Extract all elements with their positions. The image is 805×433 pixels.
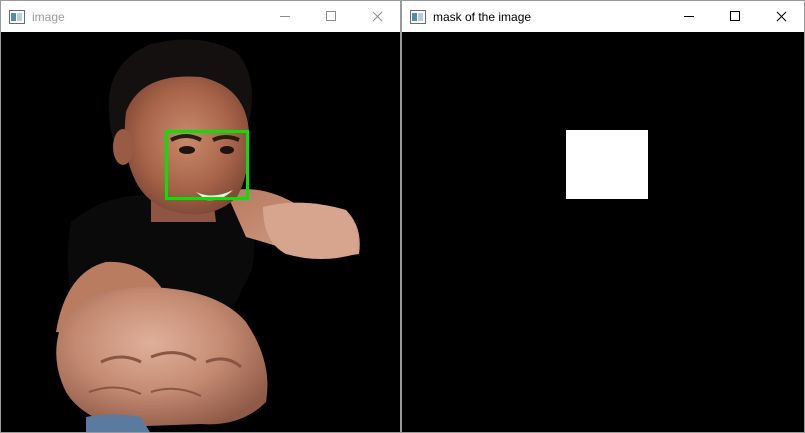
app-icon (410, 9, 426, 24)
minimize-button[interactable] (262, 1, 308, 32)
minimize-button[interactable] (666, 1, 712, 32)
window-controls (666, 1, 804, 32)
maximize-icon (326, 11, 336, 21)
minimize-icon (684, 16, 694, 17)
title-bar[interactable]: image (1, 1, 400, 32)
image-window: image (0, 0, 401, 433)
photo-person-illustration (56, 39, 360, 432)
title-bar[interactable]: mask of the image (402, 1, 804, 32)
mask-window: mask of the image (401, 0, 805, 433)
window-title: image (32, 9, 65, 24)
mask-canvas (402, 32, 804, 432)
mask-white-region (566, 130, 648, 199)
maximize-icon (730, 11, 740, 21)
app-icon (9, 9, 25, 24)
window-title: mask of the image (433, 9, 532, 24)
close-button[interactable] (354, 1, 400, 32)
close-button[interactable] (758, 1, 804, 32)
image-canvas (1, 32, 400, 432)
maximize-button[interactable] (308, 1, 354, 32)
window-controls (262, 1, 400, 32)
minimize-icon (280, 16, 290, 17)
maximize-button[interactable] (712, 1, 758, 32)
